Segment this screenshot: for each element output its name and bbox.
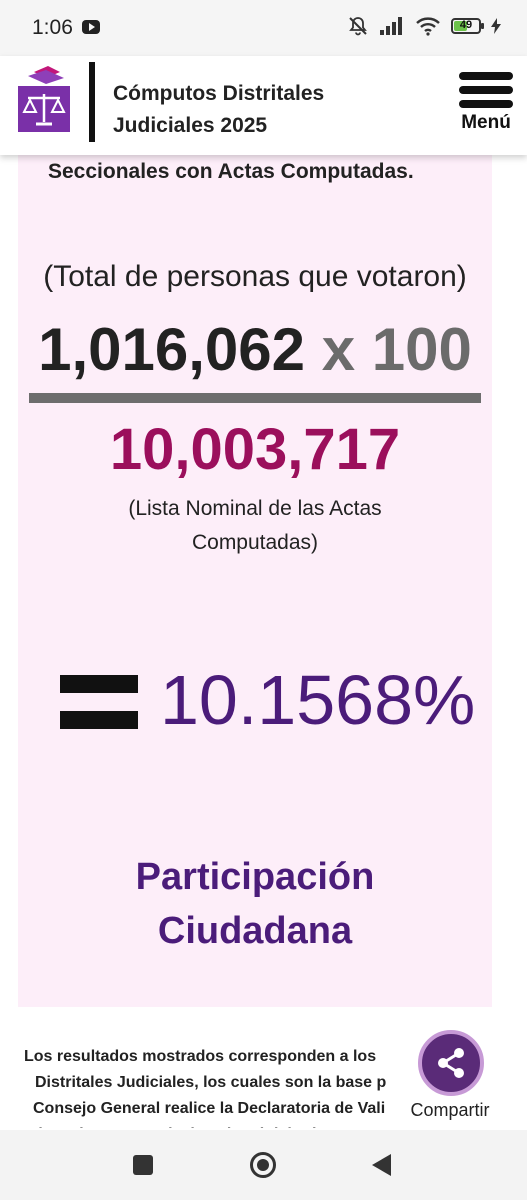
ballot-box-scales-icon[interactable] <box>14 64 74 134</box>
result-percentage: 10.1568% <box>160 661 476 739</box>
lista-nominal-label: (Lista Nominal de las Actas Computadas) <box>128 497 382 554</box>
page-title-line2: Judiciales 2025 <box>113 114 268 137</box>
hamburger-menu-icon <box>459 72 513 80</box>
youtube-notification-icon <box>82 20 100 34</box>
mute-bell-icon <box>349 17 367 36</box>
home-button[interactable] <box>250 1152 276 1178</box>
share-widget: Compartir <box>398 1008 522 1132</box>
card-top-text: Seccionales con Actas Computadas. <box>48 160 414 183</box>
share-button[interactable] <box>418 1030 484 1096</box>
share-icon <box>438 1048 464 1078</box>
charging-bolt-icon <box>491 18 501 34</box>
total-votantes-label: (Total de personas que votaron) <box>43 260 467 293</box>
menu-button[interactable]: Menú <box>456 72 516 142</box>
menu-label: Menú <box>461 112 511 133</box>
participation-card: Seccionales con Actas Computadas. (Total… <box>18 140 492 1007</box>
back-button[interactable] <box>372 1154 391 1176</box>
participacion-line2: Ciudadana <box>157 910 353 952</box>
battery-icon: 49 <box>451 18 484 34</box>
header-divider <box>89 62 95 142</box>
signal-icon <box>380 17 402 35</box>
status-bar: 1:06 49 <box>0 0 527 56</box>
battery-level: 49 <box>459 19 473 31</box>
app-header: Cómputos Distritales Judiciales 2025 Men… <box>0 56 527 155</box>
participacion-line1: Participación <box>135 856 375 898</box>
page-title: Cómputos Distritales Judiciales 2025 <box>113 78 324 142</box>
numerator: 1,016,062 x 100 <box>18 315 492 384</box>
wifi-icon <box>416 17 440 36</box>
equals-icon <box>60 675 138 731</box>
denominator-value: 10,003,717 <box>109 417 401 482</box>
status-icons: 49 <box>347 15 501 37</box>
page-title-line1: Cómputos Distritales <box>113 82 325 105</box>
system-nav-bar <box>0 1130 527 1200</box>
status-time: 1:06 <box>32 16 73 39</box>
numerator-value: 1,016,062 <box>38 316 306 383</box>
share-label[interactable]: Compartir <box>398 1100 502 1121</box>
multiplier: x 100 <box>321 316 472 383</box>
fraction-line <box>29 393 481 403</box>
recents-button[interactable] <box>133 1155 153 1175</box>
participacion-ciudadana-label: Participación Ciudadana <box>18 850 492 958</box>
